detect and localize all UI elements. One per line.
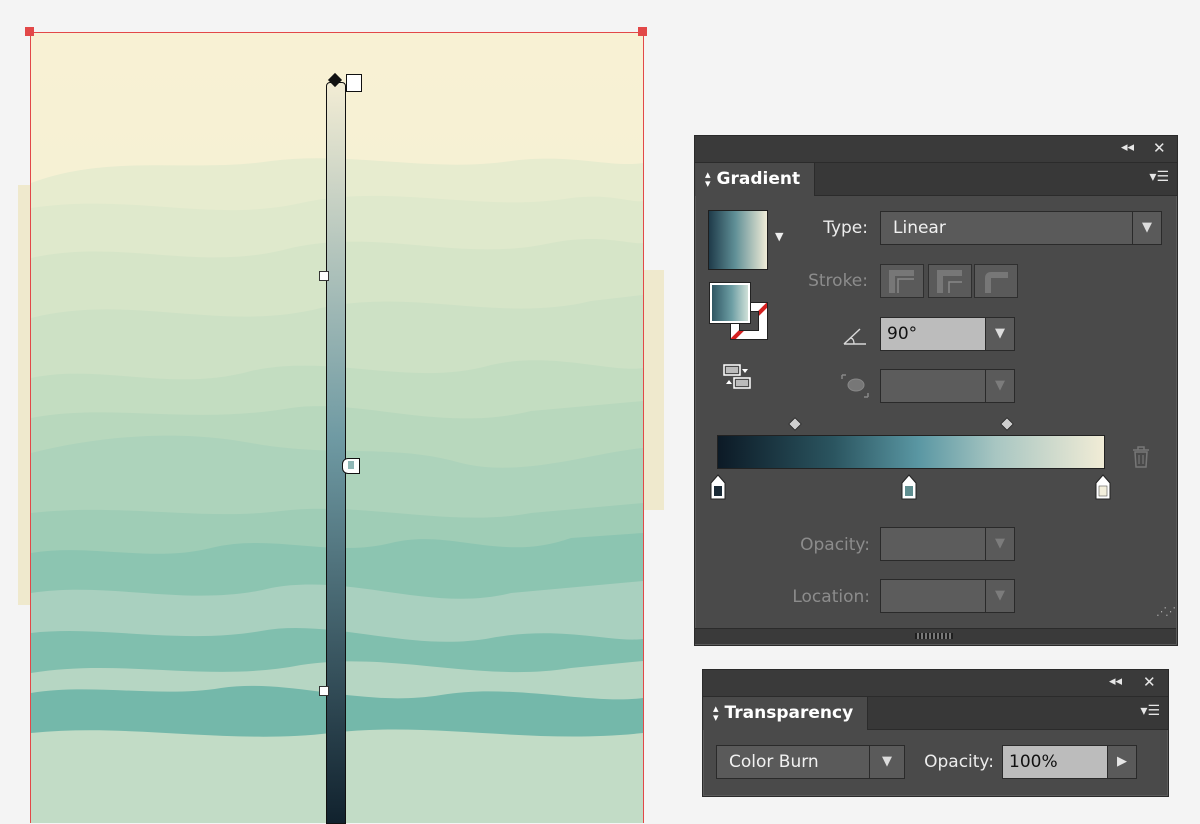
angle-field[interactable]: 90° ▼ [880, 317, 1015, 351]
trash-icon[interactable] [1130, 445, 1152, 469]
type-value: Linear [893, 218, 946, 238]
reverse-gradient-icon[interactable] [722, 364, 754, 390]
gradient-annotator-midpoint-top[interactable] [319, 271, 329, 281]
chevron-down-icon: ▼ [985, 580, 1014, 612]
stroke-label: Stroke: [808, 271, 868, 291]
artboard-offcanvas-strip-right [642, 270, 664, 510]
transparency-panel-topbar: ◂◂ ✕ [703, 670, 1168, 697]
stroke-along-icon [937, 270, 962, 293]
chevron-down-icon: ▼ [985, 528, 1014, 560]
blend-mode-value: Color Burn [729, 752, 819, 772]
reverse-gradient-icon-svg [723, 364, 751, 389]
gradient-stop-middle[interactable] [901, 474, 917, 500]
chevron-down-icon[interactable]: ▼ [985, 318, 1014, 350]
tab-gradient[interactable]: ▴ ▾ Gradient [695, 163, 816, 196]
gradient-stop-right[interactable] [1095, 474, 1111, 500]
opacity-label: Opacity: [800, 535, 870, 555]
tab-toggle-icon: ▴ ▾ [713, 702, 719, 724]
transparency-opacity-label: Opacity: [924, 752, 994, 772]
angle-value: 90° [887, 324, 918, 344]
tab-gradient-label: Gradient [716, 169, 801, 189]
close-icon[interactable]: ✕ [1153, 140, 1166, 156]
gradient-slider-bar[interactable] [717, 435, 1105, 469]
location-field: ▼ [880, 579, 1015, 613]
chevron-down-icon: ▼ [1132, 212, 1161, 244]
chevron-down-icon[interactable]: ▼ [775, 230, 783, 243]
artboard-offcanvas-strip-left [18, 185, 30, 605]
stroke-along-button[interactable] [928, 264, 972, 298]
aspect-ratio-icon [841, 374, 869, 398]
type-dropdown[interactable]: Linear ▼ [880, 211, 1162, 245]
tab-transparency-label: Transparency [724, 703, 854, 723]
stroke-within-button[interactable] [880, 264, 924, 298]
gradient-annotator-end-stop[interactable] [346, 74, 362, 92]
selection-handle-top-left[interactable] [25, 27, 34, 36]
stroke-across-button[interactable] [974, 264, 1018, 298]
chevron-down-icon: ▼ [985, 370, 1014, 402]
gradient-preview-swatch[interactable] [708, 210, 768, 270]
gradient-panel-topbar: ◂◂ ✕ [695, 136, 1177, 163]
close-icon[interactable]: ✕ [1143, 674, 1156, 690]
selection-handle-top-right[interactable] [638, 27, 647, 36]
play-arrow-icon[interactable]: ▶ [1107, 746, 1136, 778]
stroke-across-icon [985, 272, 1008, 293]
location-label: Location: [792, 587, 870, 607]
gradient-panel-tabrow: ▴ ▾ Gradient ▾☰ [695, 163, 1177, 196]
transparency-panel-tabrow: ▴ ▾ Transparency ▾☰ [703, 697, 1168, 730]
tab-transparency[interactable]: ▴ ▾ Transparency [703, 697, 869, 730]
tab-toggle-icon: ▴ ▾ [705, 168, 711, 190]
gradient-annotator-middle-stop[interactable] [342, 458, 360, 474]
gradient-panel-bottom-grip[interactable] [695, 628, 1176, 644]
fill-swatch[interactable] [709, 282, 751, 324]
transparency-opacity-value: 100% [1009, 752, 1058, 772]
gradient-stop-left[interactable] [710, 474, 726, 500]
type-label: Type: [823, 218, 868, 238]
gradient-annotator-bar[interactable] [326, 82, 346, 824]
panel-menu-icon[interactable]: ▾☰ [1140, 703, 1160, 719]
opacity-field: ▼ [880, 527, 1015, 561]
double-chevron-left-icon[interactable]: ◂◂ [1121, 140, 1134, 156]
chevron-down-icon: ▼ [869, 746, 904, 778]
angle-icon [843, 328, 866, 345]
stroke-within-icon [889, 270, 914, 293]
gradient-annotator-midpoint-bottom[interactable] [319, 686, 329, 696]
transparency-opacity-field[interactable]: 100% ▶ [1002, 745, 1137, 779]
panel-menu-icon[interactable]: ▾☰ [1149, 169, 1169, 185]
aspect-ratio-field: ▼ [880, 369, 1015, 403]
grip-icon [915, 633, 953, 639]
double-chevron-left-icon[interactable]: ◂◂ [1109, 674, 1122, 690]
blend-mode-dropdown[interactable]: Color Burn ▼ [716, 745, 905, 779]
resize-grip-icon[interactable]: ⋰⋰ [1156, 605, 1176, 618]
